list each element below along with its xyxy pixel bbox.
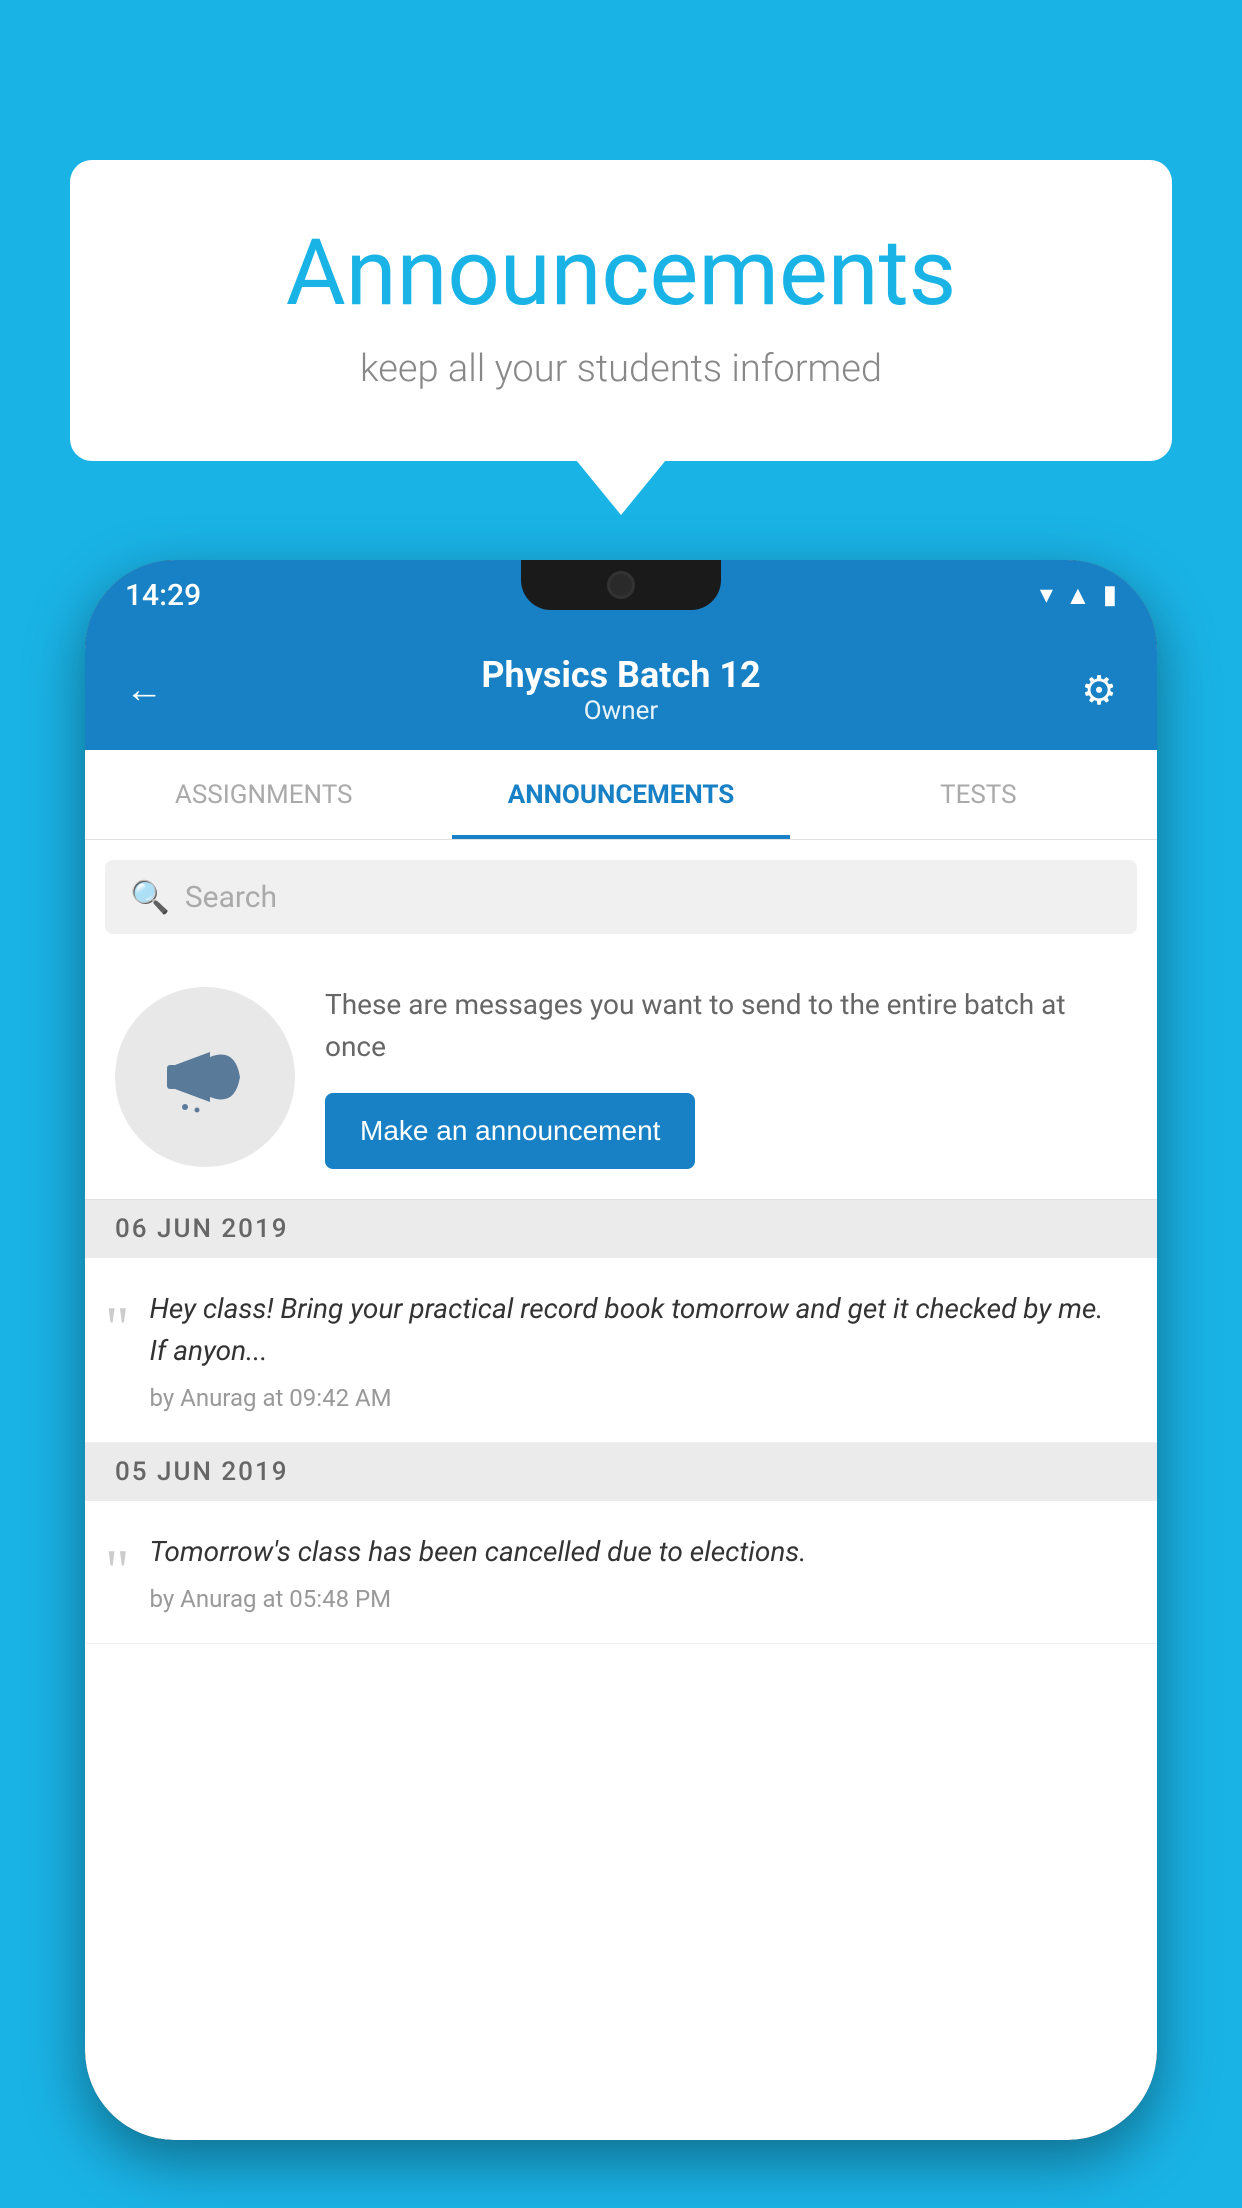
date-separator-1: 06 JUN 2019 [85,1200,1157,1258]
tab-announcements[interactable]: ANNOUNCEMENTS [442,750,799,839]
phone-container: 14:29 ▾ ▲ ▮ ← Physics Batch 12 Owner ⚙ [85,560,1157,2140]
quote-icon-1: " [105,1298,130,1412]
megaphone-icon [155,1027,255,1127]
announcement-promo: These are messages you want to send to t… [85,954,1157,1200]
speech-bubble-container: Announcements keep all your students inf… [70,160,1172,515]
promo-description: These are messages you want to send to t… [325,984,1127,1068]
quote-icon-2: " [105,1541,130,1613]
announcement-text-2: Tomorrow's class has been cancelled due … [150,1531,1128,1573]
tabs-container: ASSIGNMENTS ANNOUNCEMENTS TESTS [85,750,1157,840]
date-separator-2: 05 JUN 2019 [85,1443,1157,1501]
promo-icon-circle [115,987,295,1167]
make-announcement-button[interactable]: Make an announcement [325,1093,695,1169]
status-time: 14:29 [125,578,201,613]
phone-screen: 14:29 ▾ ▲ ▮ ← Physics Batch 12 Owner ⚙ [85,560,1157,2140]
signal-icon: ▲ [1065,580,1091,611]
battery-icon: ▮ [1103,580,1117,610]
tab-tests[interactable]: TESTS [800,750,1157,839]
phone-notch [521,560,721,610]
wifi-icon: ▾ [1040,580,1053,610]
announcement-item-2[interactable]: " Tomorrow's class has been cancelled du… [85,1501,1157,1644]
content-area: 🔍 Search [85,840,1157,2140]
user-role: Owner [481,696,760,726]
announcement-content-2: Tomorrow's class has been cancelled due … [150,1531,1128,1613]
settings-icon[interactable]: ⚙ [1081,667,1117,714]
tab-assignments[interactable]: ASSIGNMENTS [85,750,442,839]
header-title-group: Physics Batch 12 Owner [481,654,760,726]
announcement-content-1: Hey class! Bring your practical record b… [150,1288,1128,1412]
speech-bubble-tail [576,460,666,515]
app-header: ← Physics Batch 12 Owner ⚙ [85,630,1157,750]
batch-name: Physics Batch 12 [481,654,760,696]
status-icons: ▾ ▲ ▮ [1040,580,1117,611]
speech-bubble-subtitle: keep all your students informed [150,347,1092,391]
announcement-item-1[interactable]: " Hey class! Bring your practical record… [85,1258,1157,1443]
announcement-meta-2: by Anurag at 05:48 PM [150,1585,1128,1613]
back-button[interactable]: ← [125,668,163,712]
speech-bubble: Announcements keep all your students inf… [70,160,1172,461]
phone-body: 14:29 ▾ ▲ ▮ ← Physics Batch 12 Owner ⚙ [85,560,1157,2140]
search-placeholder-text: Search [185,880,277,915]
speech-bubble-title: Announcements [150,220,1092,327]
announcement-meta-1: by Anurag at 09:42 AM [150,1384,1128,1412]
announcement-text-1: Hey class! Bring your practical record b… [150,1288,1128,1372]
front-camera [607,571,635,599]
search-bar[interactable]: 🔍 Search [105,860,1137,934]
promo-right: These are messages you want to send to t… [325,984,1127,1169]
search-icon: 🔍 [130,878,170,916]
